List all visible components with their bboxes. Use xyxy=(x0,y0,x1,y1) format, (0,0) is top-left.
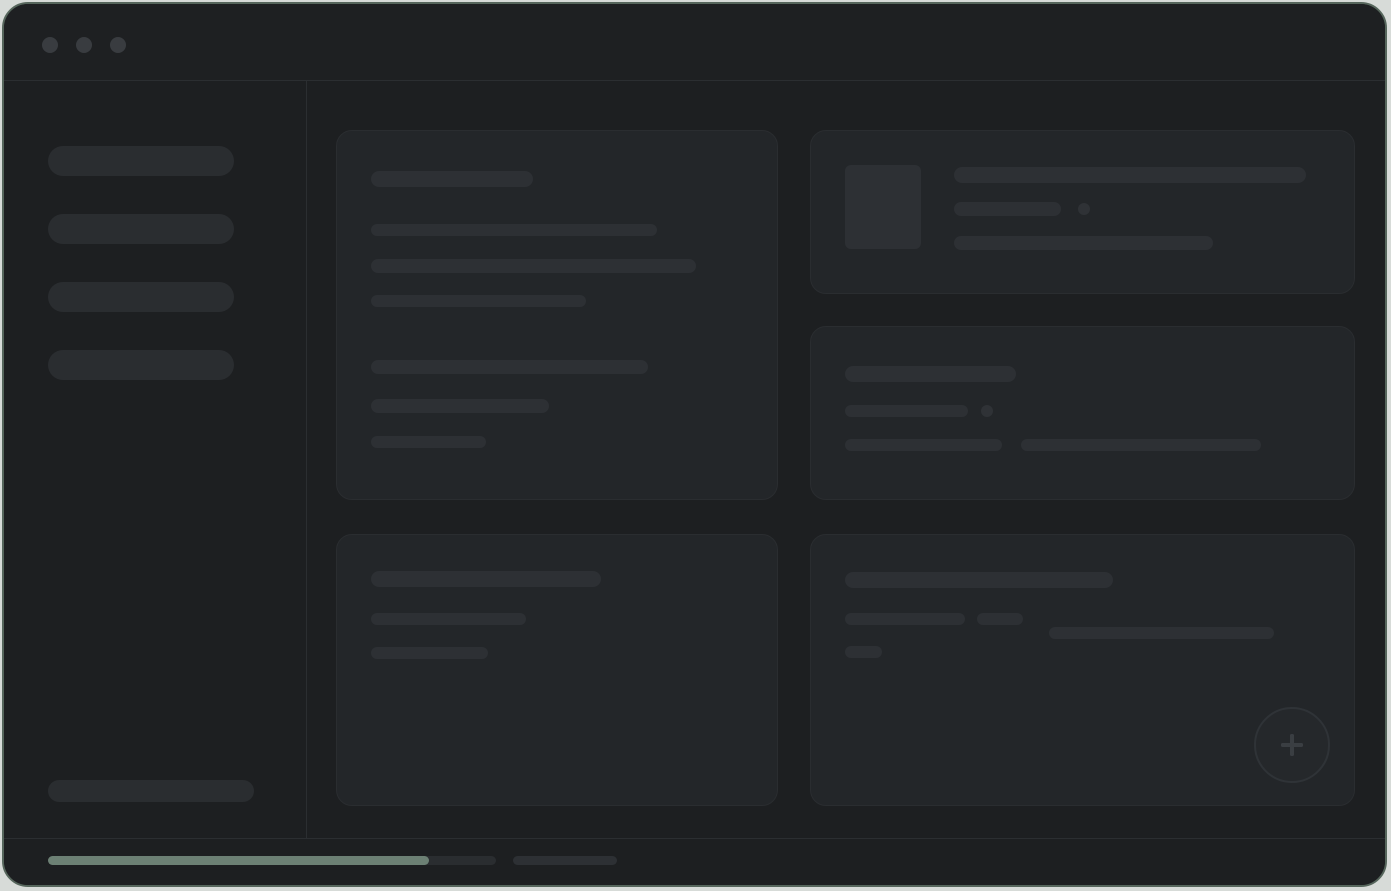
sidebar-item-4[interactable] xyxy=(48,350,234,380)
status-dot xyxy=(1078,203,1090,215)
text-line-placeholder xyxy=(954,202,1061,216)
text-line-placeholder xyxy=(1049,627,1274,639)
text-line-placeholder xyxy=(845,613,965,625)
card-title-placeholder xyxy=(845,366,1016,382)
add-button[interactable] xyxy=(1254,707,1330,783)
text-line-placeholder xyxy=(371,295,586,307)
card-title-placeholder xyxy=(954,167,1306,183)
card-bottom-right[interactable] xyxy=(810,534,1355,806)
plus-icon xyxy=(1281,734,1303,756)
sidebar-item-2[interactable] xyxy=(48,214,234,244)
card-top-left[interactable] xyxy=(336,130,778,500)
progress-bar xyxy=(48,856,496,865)
app-window xyxy=(2,2,1387,887)
sidebar-item-3[interactable] xyxy=(48,282,234,312)
sidebar-item-1[interactable] xyxy=(48,146,234,176)
text-line-placeholder xyxy=(371,647,488,659)
card-title-placeholder xyxy=(371,571,601,587)
status-text-placeholder xyxy=(513,856,617,865)
sidebar xyxy=(4,81,307,843)
title-bar xyxy=(4,4,1385,81)
thumbnail-placeholder xyxy=(845,165,921,249)
maximize-window-button[interactable] xyxy=(110,37,126,53)
text-line-placeholder xyxy=(371,360,648,374)
card-middle-right[interactable] xyxy=(810,326,1355,500)
text-line-placeholder xyxy=(371,613,526,625)
text-line-placeholder xyxy=(845,405,968,417)
text-line-placeholder xyxy=(371,399,549,413)
minimize-window-button[interactable] xyxy=(76,37,92,53)
tag-placeholder xyxy=(845,646,882,658)
card-title-placeholder xyxy=(371,171,533,187)
text-line-placeholder xyxy=(1021,439,1261,451)
tag-placeholder xyxy=(977,613,1023,625)
card-title-placeholder xyxy=(845,572,1113,588)
progress-fill xyxy=(48,856,429,865)
sidebar-footer-item[interactable] xyxy=(48,780,254,802)
status-dot xyxy=(981,405,993,417)
close-window-button[interactable] xyxy=(42,37,58,53)
text-line-placeholder xyxy=(371,224,657,236)
card-top-right[interactable] xyxy=(810,130,1355,294)
text-line-placeholder xyxy=(954,236,1213,250)
status-bar xyxy=(4,838,1385,885)
text-line-placeholder xyxy=(371,436,486,448)
text-line-placeholder xyxy=(845,439,1002,451)
card-bottom-left[interactable] xyxy=(336,534,778,806)
text-line-placeholder xyxy=(371,259,696,273)
main-content xyxy=(307,81,1385,843)
